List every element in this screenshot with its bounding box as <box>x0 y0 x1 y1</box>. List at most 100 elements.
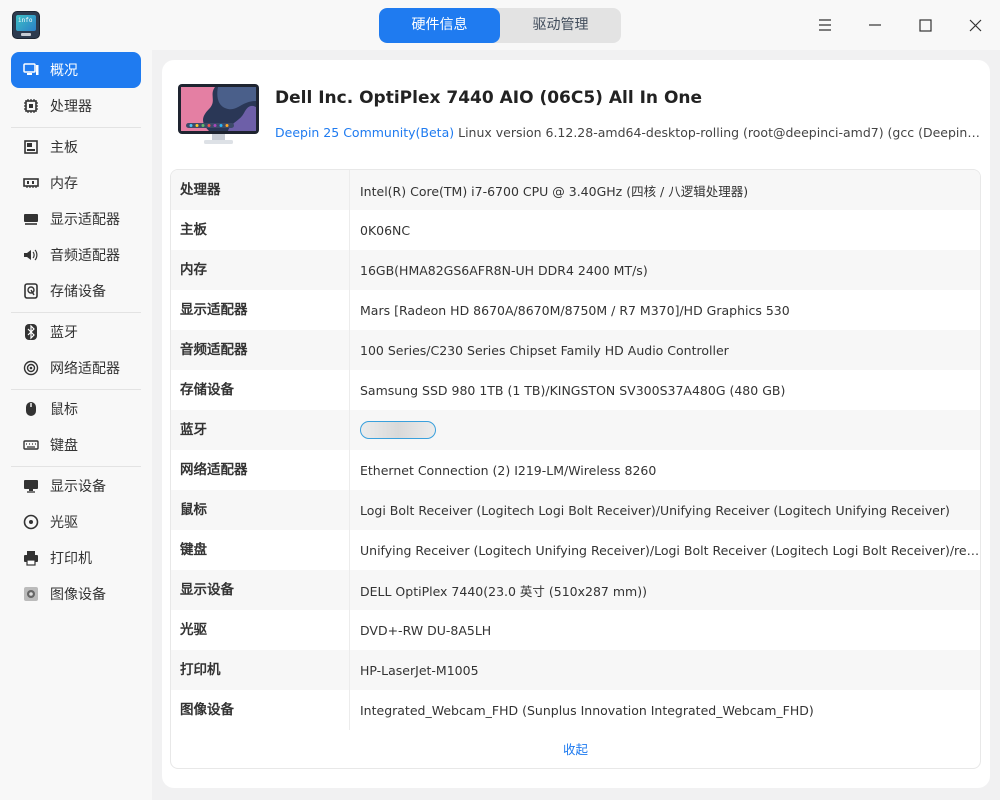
row-key: 鼠标 <box>171 490 350 530</box>
keyboard-icon <box>23 437 39 453</box>
table-row: 光驱 DVD+-RW DU-8A5LH <box>171 610 980 650</box>
table-row: 存储设备 Samsung SSD 980 1TB (1 TB)/KINGSTON… <box>171 370 980 410</box>
table-row: 鼠标 Logi Bolt Receiver (Logitech Logi Bol… <box>171 490 980 530</box>
sidebar-item-keyboard[interactable]: 键盘 <box>11 427 141 463</box>
sidebar-item-label: 光驱 <box>50 515 78 531</box>
row-key: 显示设备 <box>171 570 350 610</box>
table-row: 显示设备 DELL OptiPlex 7440(23.0 英寸 (510x287… <box>171 570 980 610</box>
sidebar-item-memory[interactable]: 内存 <box>11 165 141 201</box>
table-row: 图像设备 Integrated_Webcam_FHD (Sunplus Inno… <box>171 690 980 730</box>
maximize-icon <box>918 18 932 32</box>
tab-driver-management[interactable]: 驱动管理 <box>500 8 621 43</box>
sidebar-item-monitor[interactable]: 显示设备 <box>11 468 141 504</box>
sidebar-divider <box>11 312 141 313</box>
row-value: Mars [Radeon HD 8670A/8670M/8750M / R7 M… <box>360 302 790 318</box>
close-icon <box>969 19 981 31</box>
sidebar-item-optical-drive[interactable]: 光驱 <box>11 504 141 540</box>
sidebar-item-label: 显示设备 <box>50 479 106 495</box>
sidebar-item-label: 蓝牙 <box>50 325 78 341</box>
row-key: 处理器 <box>171 170 350 210</box>
overview-icon <box>23 62 39 78</box>
row-key: 主板 <box>171 210 350 250</box>
row-value: Intel(R) Core(TM) i7-6700 CPU @ 3.40GHz … <box>360 183 749 199</box>
row-value: 100 Series/C230 Series Chipset Family HD… <box>360 342 729 358</box>
sidebar-item-label: 存储设备 <box>50 284 106 300</box>
tab-hardware-info[interactable]: 硬件信息 <box>379 8 500 43</box>
monitor-icon <box>23 478 39 494</box>
storage-icon <box>23 283 39 299</box>
motherboard-icon <box>23 139 39 155</box>
table-row: 音频适配器 100 Series/C230 Series Chipset Fam… <box>171 330 980 370</box>
minimize-icon <box>869 24 881 26</box>
minimize-button[interactable] <box>860 10 890 40</box>
sidebar-divider <box>11 127 141 128</box>
row-value: 16GB(HMA82GS6AFR8N-UH DDR4 2400 MT/s) <box>360 262 648 278</box>
row-key: 打印机 <box>171 650 350 690</box>
sidebar: 概况 处理器 主板 内存 显示适配器 音频适配器 存储设备 蓝牙 网络适配器 鼠… <box>0 50 152 800</box>
sidebar-item-label: 处理器 <box>50 99 92 115</box>
sidebar-item-label: 音频适配器 <box>50 248 120 264</box>
row-key: 存储设备 <box>171 370 350 410</box>
row-key: 显示适配器 <box>171 290 350 330</box>
sidebar-item-network[interactable]: 网络适配器 <box>11 350 141 386</box>
row-value: HP-LaserJet-M1005 <box>360 662 479 678</box>
sidebar-item-bluetooth[interactable]: 蓝牙 <box>11 314 141 350</box>
sidebar-item-label: 网络适配器 <box>50 361 120 377</box>
sidebar-item-motherboard[interactable]: 主板 <box>11 129 141 165</box>
table-row: 网络适配器 Ethernet Connection (2) I219-LM/Wi… <box>171 450 980 490</box>
row-value: Samsung SSD 980 1TB (1 TB)/KINGSTON SV30… <box>360 382 786 398</box>
sidebar-item-overview[interactable]: 概况 <box>11 52 141 88</box>
row-key: 内存 <box>171 250 350 290</box>
sidebar-item-storage[interactable]: 存储设备 <box>11 273 141 309</box>
os-info: Deepin 25 Community(Beta) Linux version … <box>275 125 980 140</box>
kernel-version: Linux version 6.12.28-amd64-desktop-roll… <box>458 125 980 140</box>
sidebar-item-label: 键盘 <box>50 438 78 454</box>
overview-panel: Dell Inc. OptiPlex 7440 AIO (06C5) All I… <box>162 60 990 788</box>
table-row: 主板 0K06NC <box>171 210 980 250</box>
row-key: 音频适配器 <box>171 330 350 370</box>
hardware-summary-table: 处理器 Intel(R) Core(TM) i7-6700 CPU @ 3.40… <box>170 169 981 769</box>
optical-drive-icon <box>23 514 39 530</box>
table-row: 处理器 Intel(R) Core(TM) i7-6700 CPU @ 3.40… <box>171 170 980 210</box>
row-key: 网络适配器 <box>171 450 350 490</box>
app-icon-text: info <box>18 17 33 24</box>
sidebar-item-label: 图像设备 <box>50 587 106 603</box>
table-row: 蓝牙 <box>171 410 980 450</box>
row-value: 0K06NC <box>360 222 411 238</box>
device-title: Dell Inc. OptiPlex 7440 AIO (06C5) All I… <box>275 88 703 108</box>
audio-icon <box>23 247 39 263</box>
close-button[interactable] <box>960 10 990 40</box>
computer-monitor-icon <box>176 82 261 146</box>
redacted-value <box>360 421 436 439</box>
network-icon <box>23 360 39 376</box>
sidebar-item-mouse[interactable]: 鼠标 <box>11 391 141 427</box>
sidebar-divider <box>11 466 141 467</box>
sidebar-item-label: 打印机 <box>50 551 92 567</box>
os-name: Deepin 25 Community(Beta) <box>275 125 455 140</box>
row-value: DVD+-RW DU-8A5LH <box>360 622 492 638</box>
row-key: 蓝牙 <box>171 410 350 450</box>
sidebar-item-audio[interactable]: 音频适配器 <box>11 237 141 273</box>
row-value: Logi Bolt Receiver (Logitech Logi Bolt R… <box>360 502 950 518</box>
camera-icon <box>23 586 39 602</box>
table-row: 内存 16GB(HMA82GS6AFR8N-UH DDR4 2400 MT/s) <box>171 250 980 290</box>
bluetooth-icon <box>23 324 39 340</box>
row-value <box>350 421 980 439</box>
memory-icon <box>23 175 39 191</box>
sidebar-item-label: 显示适配器 <box>50 212 120 228</box>
table-row: 显示适配器 Mars [Radeon HD 8670A/8670M/8750M … <box>171 290 980 330</box>
sidebar-item-label: 鼠标 <box>50 402 78 418</box>
row-key: 光驱 <box>171 610 350 650</box>
sidebar-item-printer[interactable]: 打印机 <box>11 540 141 576</box>
title-bar: info 硬件信息 驱动管理 <box>0 0 1000 50</box>
sidebar-item-camera[interactable]: 图像设备 <box>11 576 141 612</box>
tab-bar: 硬件信息 驱动管理 <box>379 8 621 43</box>
menu-button[interactable] <box>810 10 840 40</box>
row-value: Ethernet Connection (2) I219-LM/Wireless… <box>360 462 657 478</box>
cpu-icon <box>23 98 39 114</box>
printer-icon <box>23 550 39 566</box>
maximize-button[interactable] <box>910 10 940 40</box>
collapse-link[interactable]: 收起 <box>171 730 980 768</box>
sidebar-item-cpu[interactable]: 处理器 <box>11 88 141 124</box>
sidebar-item-display-adapter[interactable]: 显示适配器 <box>11 201 141 237</box>
